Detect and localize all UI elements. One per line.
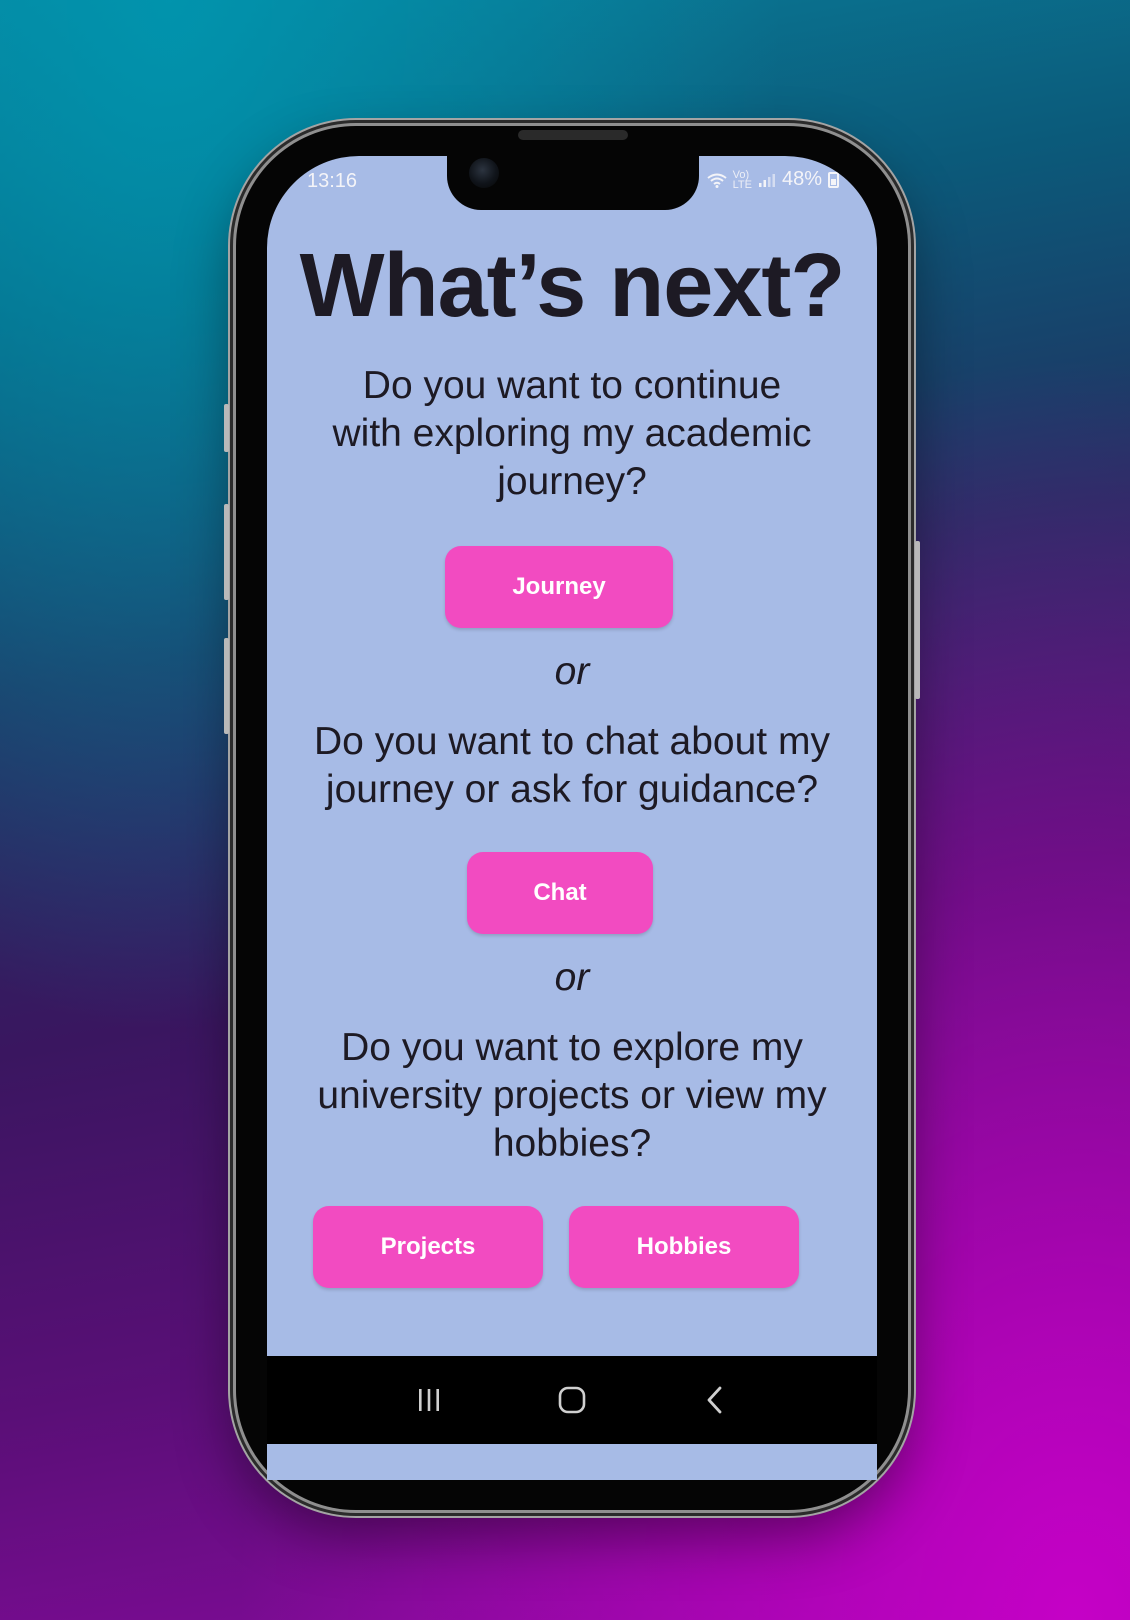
- or-separator: or: [554, 650, 590, 693]
- back-icon[interactable]: [695, 1380, 735, 1420]
- status-icons: Vo) LTE 48%: [706, 168, 839, 191]
- question-line: journey?: [497, 460, 647, 503]
- journey-question: Do you want to continue with exploring m…: [287, 362, 857, 506]
- question-line: Do you want to chat about my: [314, 720, 830, 763]
- question-line: hobbies?: [492, 1122, 652, 1165]
- wifi-icon: [706, 173, 727, 188]
- recent-apps-icon[interactable]: [409, 1380, 449, 1420]
- question-line: Do you want to explore my: [341, 1026, 803, 1069]
- network-type-label: Vo) LTE: [732, 168, 752, 191]
- mute-switch: [224, 404, 229, 452]
- system-navigation-bar: [267, 1356, 877, 1444]
- page-title: What’s next?: [299, 236, 846, 336]
- status-time: 13:16: [307, 170, 358, 192]
- phone-frame: 13:16 Vo) LTE 48% What’s next? Do you wa…: [224, 126, 920, 1510]
- lte-label: LTE: [732, 178, 752, 191]
- volume-up-button: [224, 504, 229, 600]
- or-separator: or: [554, 956, 590, 999]
- question-line: university projects or view my: [317, 1074, 827, 1117]
- front-camera-icon: [469, 158, 499, 188]
- earpiece: [518, 130, 628, 140]
- signal-icon: [758, 173, 775, 187]
- phone-screen: 13:16 Vo) LTE 48% What’s next? Do you wa…: [267, 156, 877, 1480]
- power-button: [915, 541, 920, 699]
- notch: [447, 156, 699, 210]
- question-line: Do you want to continue: [362, 364, 782, 407]
- volume-down-button: [224, 638, 229, 734]
- hobbies-button[interactable]: Hobbies: [569, 1206, 799, 1288]
- question-line: journey or ask for guidance?: [325, 768, 819, 811]
- question-line: with exploring my academic: [332, 412, 812, 455]
- chat-question: Do you want to chat about my journey or …: [287, 718, 857, 814]
- battery-icon: [828, 171, 839, 188]
- battery-percentage: 48%: [781, 168, 822, 190]
- projects-hobbies-question: Do you want to explore my university pro…: [287, 1024, 857, 1168]
- projects-button[interactable]: Projects: [313, 1206, 543, 1288]
- home-icon[interactable]: [552, 1380, 592, 1420]
- journey-button[interactable]: Journey: [445, 546, 673, 628]
- volte-label: Vo): [732, 168, 750, 181]
- chat-button[interactable]: Chat: [467, 852, 653, 934]
